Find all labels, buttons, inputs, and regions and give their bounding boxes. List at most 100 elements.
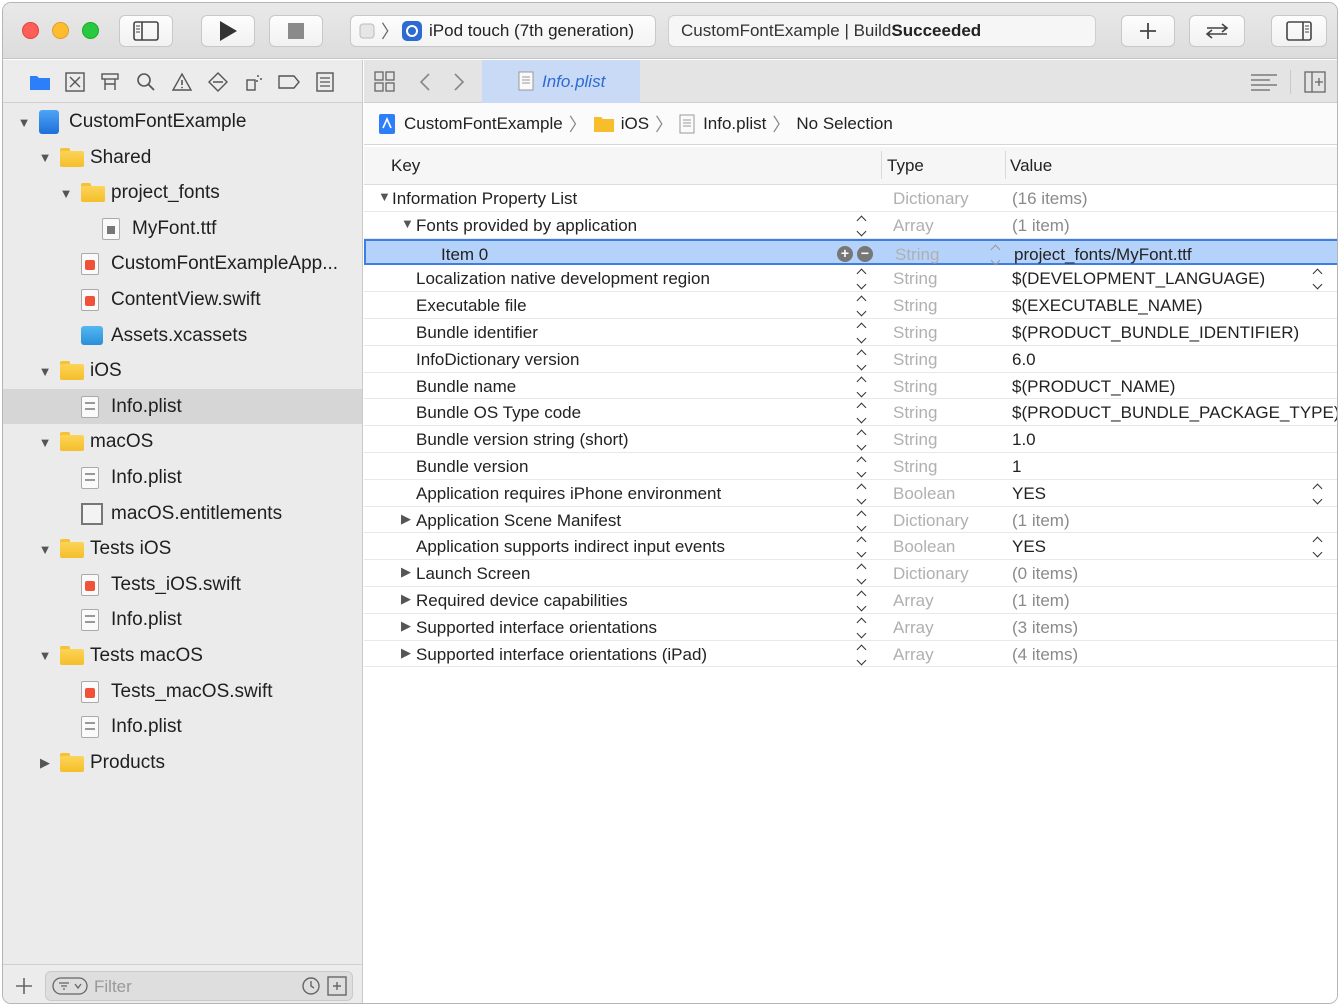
plist-type[interactable]: Boolean [893, 537, 955, 557]
plist-row[interactable]: ▶ Launch Screen Dictionary (0 items) [364, 560, 1337, 587]
plist-value[interactable]: (0 items) [1012, 564, 1078, 584]
disclosure-open-icon[interactable]: ▼ [378, 189, 391, 204]
add-editor-icon[interactable] [1304, 71, 1326, 93]
plist-value[interactable]: 1 [1012, 457, 1021, 477]
plist-row[interactable]: Bundle version String 1 [364, 453, 1337, 480]
add-item-icon[interactable]: + [837, 245, 853, 262]
plist-value[interactable]: (4 items) [1012, 645, 1078, 665]
toggle-inspector-button[interactable] [1271, 15, 1327, 47]
filter-options-icon[interactable] [52, 977, 88, 995]
disclosure-closed-icon[interactable]: ▶ [401, 564, 411, 580]
navigator-item[interactable]: ▼ CustomFontExample [3, 104, 362, 140]
symbol-navigator-icon[interactable] [99, 71, 121, 93]
plist-key[interactable]: Application requires iPhone environment [416, 484, 721, 504]
column-header-type[interactable]: Type [887, 156, 924, 176]
key-popup-stepper-icon[interactable] [854, 645, 868, 665]
key-popup-stepper-icon[interactable] [854, 296, 868, 316]
library-button[interactable] [1121, 15, 1175, 47]
test-diamond-icon[interactable] [207, 71, 229, 93]
plist-row[interactable]: ▶ Application Scene Manifest Dictionary (1 … [364, 507, 1337, 534]
plist-value[interactable]: $(EXECUTABLE_NAME) [1012, 296, 1203, 316]
plist-value[interactable]: 6.0 [1012, 350, 1036, 370]
plist-value[interactable]: (1 item) [1012, 216, 1070, 236]
navigator-item[interactable]: Assets.xcassets [3, 318, 362, 354]
plist-row[interactable]: Bundle name String $(PRODUCT_NAME) [364, 373, 1337, 400]
navigator-item[interactable]: Info.plist [3, 602, 362, 638]
plist-key[interactable]: Localization native development region [416, 269, 710, 289]
plist-key[interactable]: Supported interface orientations [416, 618, 657, 638]
plist-type[interactable]: Dictionary [893, 511, 969, 531]
key-popup-stepper-icon[interactable] [854, 403, 868, 423]
jumpbar-selection[interactable]: No Selection [796, 114, 892, 134]
value-popup-stepper-icon[interactable] [1310, 269, 1324, 289]
plist-key[interactable]: InfoDictionary version [416, 350, 579, 370]
navigator-item[interactable]: ▼ project_fonts [3, 175, 362, 211]
plist-value[interactable]: (16 items) [1012, 189, 1088, 209]
back-chevron-icon[interactable] [418, 72, 432, 92]
navigator-item[interactable]: macOS.entitlements [3, 496, 362, 532]
plist-value[interactable]: project_fonts/MyFont.ttf [1014, 245, 1192, 265]
plist-key[interactable]: Application supports indirect input even… [416, 537, 725, 557]
recent-files-clock-icon[interactable] [301, 976, 321, 996]
toggle-navigator-button[interactable] [119, 15, 173, 47]
plist-type[interactable]: Array [893, 591, 934, 611]
jumpbar-project[interactable]: CustomFontExample [378, 113, 563, 135]
navigator-item[interactable]: ContentView.swift [3, 282, 362, 318]
plist-type[interactable]: String [893, 403, 937, 423]
key-popup-stepper-icon[interactable] [854, 216, 868, 236]
plist-value[interactable]: $(PRODUCT_BUNDLE_PACKAGE_TYPE) [1012, 403, 1337, 423]
plist-key[interactable]: Launch Screen [416, 564, 530, 584]
plist-value[interactable]: 1.0 [1012, 430, 1036, 450]
plist-row[interactable]: ▶ Supported interface orientations Array (3… [364, 614, 1337, 641]
plist-value[interactable]: $(DEVELOPMENT_LANGUAGE) [1012, 269, 1265, 289]
plist-row[interactable]: InfoDictionary version String 6.0 [364, 346, 1337, 373]
add-plus-icon[interactable] [15, 977, 33, 995]
navigator-item[interactable]: ▼ Tests macOS [3, 638, 362, 674]
plist-row[interactable]: Item 0 + − String project_fonts/MyFont.ttf [364, 238, 1337, 266]
jumpbar-file[interactable]: Info.plist [679, 114, 766, 134]
plist-key[interactable]: Bundle version string (short) [416, 430, 629, 450]
plist-key[interactable]: Bundle identifier [416, 323, 538, 343]
plist-key[interactable]: Bundle version [416, 457, 528, 477]
column-divider[interactable] [881, 151, 882, 179]
plist-type[interactable]: String [893, 377, 937, 397]
key-popup-stepper-icon[interactable] [854, 377, 868, 397]
plist-row[interactable]: Bundle version string (short) String 1.0 [364, 426, 1337, 453]
disclosure-open-icon[interactable]: ▼ [38, 364, 52, 379]
plist-row[interactable]: ▶ Required device capabilities Array (1 ite… [364, 587, 1337, 614]
plist-key[interactable]: Bundle name [416, 377, 516, 397]
plist-type[interactable]: String [893, 323, 937, 343]
debug-spray-icon[interactable] [243, 71, 265, 93]
plist-row[interactable]: ▼ Information Property List Dictionary (16 … [364, 185, 1337, 212]
plist-value[interactable]: YES [1012, 484, 1046, 504]
editor-options-lines-icon[interactable] [1250, 72, 1278, 92]
breakpoint-icon[interactable] [278, 71, 300, 93]
plist-row[interactable]: ▼ Fonts provided by application Array (1 it… [364, 212, 1337, 239]
plist-key[interactable]: Executable file [416, 296, 527, 316]
filter-input[interactable]: Filter [45, 971, 353, 1001]
value-popup-stepper-icon[interactable] [1310, 537, 1324, 557]
plist-row[interactable]: Application requires iPhone environment B… [364, 480, 1337, 507]
navigator-item[interactable]: ▼ Tests iOS [3, 531, 362, 567]
disclosure-open-icon[interactable]: ▼ [38, 542, 52, 557]
key-popup-stepper-icon[interactable] [854, 511, 868, 531]
navigator-item[interactable]: ▶ Products [3, 745, 362, 781]
plist-row[interactable]: Bundle identifier String $(PRODUCT_BUNDLE_… [364, 319, 1337, 346]
key-popup-stepper-icon[interactable] [854, 430, 868, 450]
disclosure-open-icon[interactable]: ▼ [401, 216, 414, 231]
close-window-button[interactable] [22, 22, 39, 39]
stop-button[interactable] [269, 15, 323, 47]
plist-value[interactable]: (3 items) [1012, 618, 1078, 638]
disclosure-closed-icon[interactable]: ▶ [401, 645, 411, 661]
plist-key[interactable]: Item 0 [441, 245, 488, 265]
plist-value[interactable]: $(PRODUCT_BUNDLE_IDENTIFIER) [1012, 323, 1299, 343]
plist-type[interactable]: Array [893, 618, 934, 638]
code-review-button[interactable] [1189, 15, 1245, 47]
navigator-item[interactable]: Tests_macOS.swift [3, 674, 362, 710]
plist-type[interactable]: Dictionary [893, 564, 969, 584]
plist-type[interactable]: String [893, 350, 937, 370]
plist-type[interactable]: Boolean [893, 484, 955, 504]
key-popup-stepper-icon[interactable] [854, 564, 868, 584]
related-items-grid-icon[interactable] [374, 71, 396, 93]
navigator-item[interactable]: ▼ iOS [3, 353, 362, 389]
